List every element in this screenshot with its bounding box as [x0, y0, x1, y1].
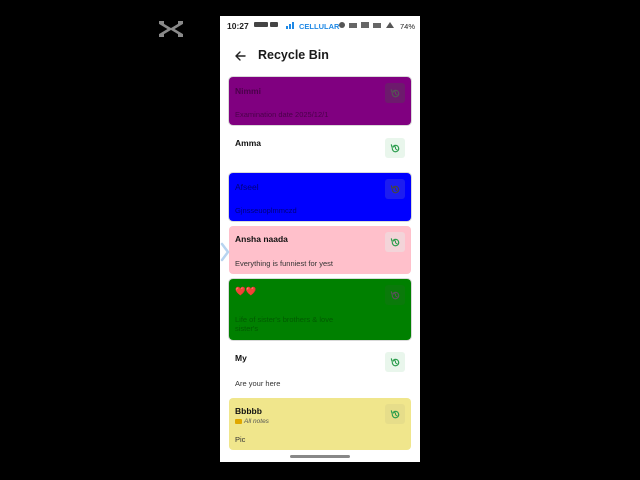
note-title: Nimmi	[235, 86, 261, 96]
battery-level: 74%	[400, 22, 416, 31]
note-title: Amma	[235, 138, 261, 148]
restore-button[interactable]	[385, 138, 405, 158]
network-status-icons	[339, 22, 394, 28]
note-folder: All notes	[235, 418, 269, 425]
restore-button[interactable]	[385, 352, 405, 372]
note-body: Pic	[235, 435, 246, 444]
note-title: Ansha naada	[235, 234, 288, 244]
restore-button[interactable]	[385, 404, 405, 424]
folder-label: All notes	[244, 418, 269, 425]
carrier-label: CELLULAR	[299, 22, 340, 31]
note-body: Gjnsseuoplmmczd	[235, 206, 297, 215]
app-header: Recycle Bin	[220, 42, 420, 70]
restore-button[interactable]	[385, 179, 405, 199]
note-card[interactable]: My Are your here	[229, 346, 411, 394]
back-button[interactable]	[232, 48, 248, 64]
restore-history-icon	[390, 409, 399, 418]
notification-icon	[254, 22, 268, 27]
video-icon	[270, 22, 278, 27]
restore-button[interactable]	[385, 285, 405, 305]
note-title: Bbbbb	[235, 406, 262, 416]
note-card[interactable]: ❤️❤️ Life of sister's brothers & love si…	[229, 279, 411, 340]
restore-history-icon	[390, 237, 399, 246]
restore-button[interactable]	[385, 232, 405, 252]
restore-history-icon	[390, 143, 399, 152]
note-title: Afseel	[235, 182, 259, 192]
note-body: Are your here	[235, 379, 281, 388]
status-time: 10:27	[227, 21, 249, 31]
capcut-logo-icon	[159, 21, 183, 37]
restore-history-icon	[390, 357, 399, 366]
note-body: Examination date 2025/12/1	[235, 110, 329, 119]
note-card[interactable]: Amma	[229, 130, 411, 178]
note-title: My	[235, 353, 247, 363]
signal-icon	[286, 22, 294, 29]
note-card[interactable]: Bbbbb All notes Pic	[229, 398, 411, 450]
restore-history-icon	[390, 88, 399, 97]
note-card[interactable]: Nimmi Examination date 2025/12/1	[229, 77, 411, 125]
restore-history-icon	[390, 184, 399, 193]
restore-history-icon	[390, 290, 399, 299]
folder-icon	[235, 419, 242, 424]
home-indicator[interactable]	[290, 455, 350, 458]
restore-button[interactable]	[385, 83, 405, 103]
note-card[interactable]: Afseel Gjnsseuoplmmczd	[229, 173, 411, 221]
note-body: Everything is funniest for yest	[235, 259, 333, 268]
edge-swipe-handle-icon[interactable]	[220, 240, 230, 264]
note-card[interactable]: Ansha naada Everything is funniest for y…	[229, 226, 411, 274]
page-title: Recycle Bin	[258, 48, 329, 62]
note-title: ❤️❤️	[235, 286, 257, 296]
arrow-left-icon	[235, 51, 246, 61]
phone-screen: 10:27 CELLULAR 74% Recycle Bin Nimmi Exa…	[220, 16, 420, 462]
status-bar: 10:27 CELLULAR 74%	[220, 16, 420, 36]
note-body: Life of sister's brothers & love sister'…	[235, 315, 334, 333]
